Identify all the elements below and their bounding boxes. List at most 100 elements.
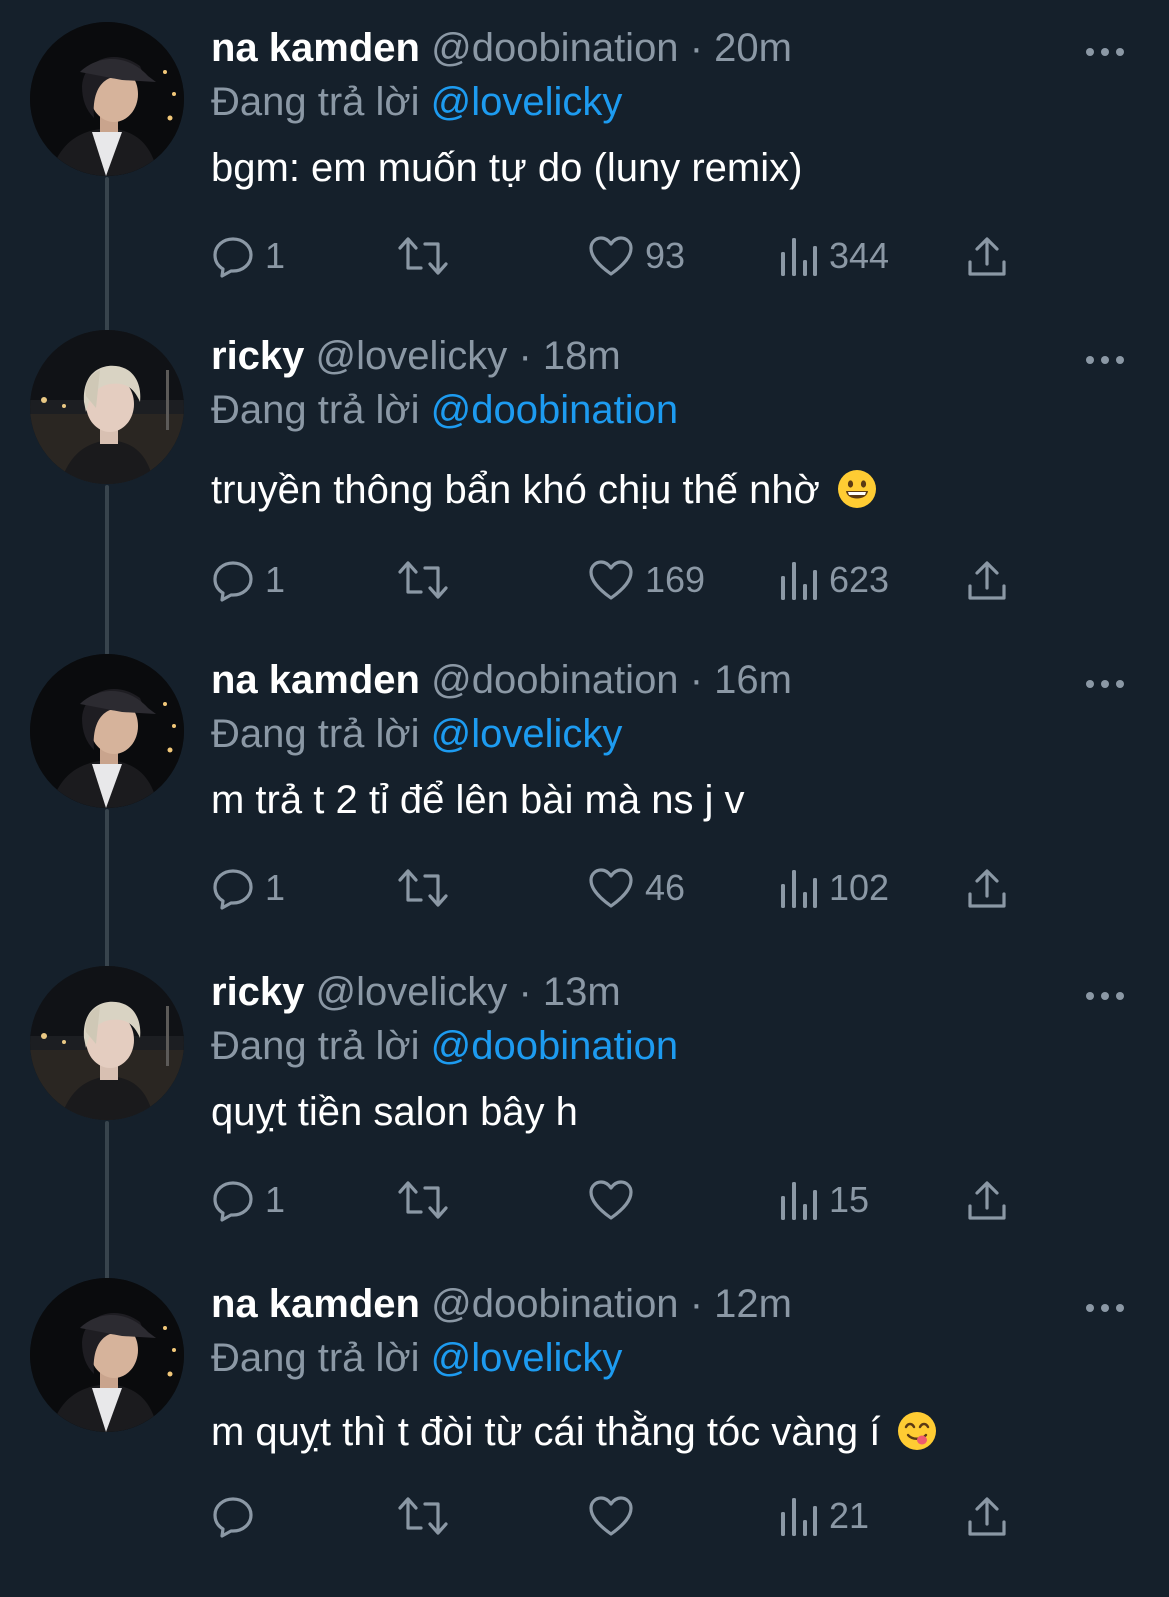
replying-to: Đang trả lời @doobination — [211, 1020, 678, 1072]
reply-button[interactable] — [211, 1488, 265, 1544]
view-count: 623 — [829, 559, 890, 600]
share-button[interactable] — [965, 1488, 1009, 1544]
like-button[interactable]: 169 — [587, 552, 705, 608]
profile-photo-dark-hair-cap — [30, 1278, 184, 1432]
retweet-button[interactable] — [397, 860, 449, 916]
like-button[interactable] — [587, 1172, 645, 1228]
avatar[interactable] — [30, 966, 184, 1120]
like-count: 46 — [645, 867, 686, 908]
more-options-icon[interactable] — [1084, 986, 1126, 1006]
views-chart-icon — [781, 238, 817, 276]
tweet[interactable]: na kamden @doobination · 20m Đang trả lờ… — [0, 22, 1169, 351]
separator-dot: · — [518, 334, 532, 378]
heart-icon — [589, 236, 633, 276]
views-chart-icon — [781, 1182, 817, 1220]
user-handle[interactable]: @doobination — [431, 658, 678, 702]
separator-dot: · — [689, 26, 704, 70]
share-icon — [968, 237, 1006, 276]
display-name[interactable]: ricky — [211, 970, 304, 1014]
profile-photo-dark-hair-cap — [30, 22, 184, 176]
tweet-header: na kamden @doobination · 20m — [211, 22, 792, 74]
display-name[interactable]: na kamden — [211, 1282, 420, 1326]
like-button[interactable]: 46 — [587, 860, 685, 916]
replying-to: Đang trả lời @lovelicky — [211, 708, 622, 760]
display-name[interactable]: na kamden — [211, 658, 420, 702]
reply-button[interactable]: 1 — [211, 1172, 285, 1228]
reply-count: 1 — [265, 559, 286, 600]
reply-icon — [213, 561, 253, 602]
retweet-icon — [398, 869, 448, 907]
grinning-face-emoji-icon — [838, 470, 877, 508]
views-chart-icon — [781, 1498, 817, 1536]
profile-photo-dark-hair-cap — [30, 654, 184, 808]
reply-thread: na kamden @doobination · 20m Đang trả lờ… — [0, 0, 1169, 1597]
avatar[interactable] — [30, 22, 184, 176]
more-options-icon[interactable] — [1084, 674, 1126, 694]
user-handle[interactable]: @lovelicky — [316, 334, 508, 378]
like-button[interactable]: 93 — [587, 228, 685, 284]
display-name[interactable]: na kamden — [211, 26, 420, 70]
timestamp[interactable]: 16m — [714, 658, 792, 702]
more-options-icon[interactable] — [1084, 350, 1126, 370]
heart-icon — [589, 1496, 633, 1536]
timestamp[interactable]: 12m — [714, 1282, 792, 1326]
mention-link[interactable]: @doobination — [431, 1024, 678, 1068]
replying-to: Đang trả lời @lovelicky — [211, 76, 622, 128]
avatar[interactable] — [30, 654, 184, 808]
avatar[interactable] — [30, 330, 184, 484]
thread-connector — [105, 1121, 109, 1293]
views-button[interactable]: 102 — [779, 860, 889, 916]
user-handle[interactable]: @doobination — [431, 26, 678, 70]
thread-connector — [105, 177, 109, 351]
tweet-text: m quỵt thì t đòi từ cái thằng tóc vàng í — [211, 1406, 937, 1458]
more-options-icon[interactable] — [1084, 42, 1126, 62]
tweet-text-content: quỵt tiền salon bây h — [211, 1090, 578, 1134]
views-chart-icon — [781, 562, 817, 600]
share-button[interactable] — [965, 228, 1009, 284]
user-handle[interactable]: @doobination — [431, 1282, 678, 1326]
share-icon — [968, 1181, 1006, 1220]
replying-to-label: Đang trả lời — [211, 1336, 420, 1380]
views-button[interactable]: 15 — [779, 1172, 869, 1228]
retweet-button[interactable] — [397, 552, 449, 608]
views-button[interactable]: 344 — [779, 228, 889, 284]
share-icon — [968, 869, 1006, 908]
retweet-button[interactable] — [397, 228, 449, 284]
tweet[interactable]: na kamden @doobination · 16m Đang trả lờ… — [0, 654, 1169, 985]
view-count: 15 — [829, 1179, 870, 1220]
timestamp[interactable]: 18m — [543, 334, 621, 378]
reply-button[interactable]: 1 — [211, 860, 285, 916]
share-button[interactable] — [965, 1172, 1009, 1228]
tweet-text-content: bgm: em muốn tự do (luny remix) — [211, 146, 803, 190]
retweet-button[interactable] — [397, 1488, 449, 1544]
more-options-icon[interactable] — [1084, 1298, 1126, 1318]
tweet[interactable]: ricky @lovelicky · 18m Đang trả lời @doo… — [0, 330, 1169, 655]
tweet-actions: 1 169 623 — [211, 552, 1041, 608]
retweet-button[interactable] — [397, 1172, 449, 1228]
views-button[interactable]: 623 — [779, 552, 889, 608]
reply-button[interactable]: 1 — [211, 228, 285, 284]
mention-link[interactable]: @lovelicky — [431, 1336, 623, 1380]
share-icon — [968, 561, 1006, 600]
replying-to-label: Đang trả lời — [211, 712, 420, 756]
share-button[interactable] — [965, 860, 1009, 916]
reply-button[interactable]: 1 — [211, 552, 285, 608]
tweet[interactable]: ricky @lovelicky · 13m Đang trả lời @doo… — [0, 966, 1169, 1293]
mention-link[interactable]: @lovelicky — [431, 712, 623, 756]
views-button[interactable]: 21 — [779, 1488, 869, 1544]
tweet[interactable]: na kamden @doobination · 12m Đang trả lờ… — [0, 1278, 1169, 1578]
reply-icon — [213, 869, 253, 910]
tweet-text: quỵt tiền salon bây h — [211, 1086, 578, 1138]
tweet-text-content: m trả t 2 tỉ để lên bài mà ns j v — [211, 778, 745, 822]
replying-to-label: Đang trả lời — [211, 1024, 420, 1068]
avatar[interactable] — [30, 1278, 184, 1432]
mention-link[interactable]: @lovelicky — [431, 80, 623, 124]
mention-link[interactable]: @doobination — [431, 388, 678, 432]
share-button[interactable] — [965, 552, 1009, 608]
timestamp[interactable]: 20m — [714, 26, 792, 70]
user-handle[interactable]: @lovelicky — [316, 970, 508, 1014]
timestamp[interactable]: 13m — [543, 970, 621, 1014]
display-name[interactable]: ricky — [211, 334, 304, 378]
like-button[interactable] — [587, 1488, 645, 1544]
tweet-actions: 21 — [211, 1488, 1041, 1544]
